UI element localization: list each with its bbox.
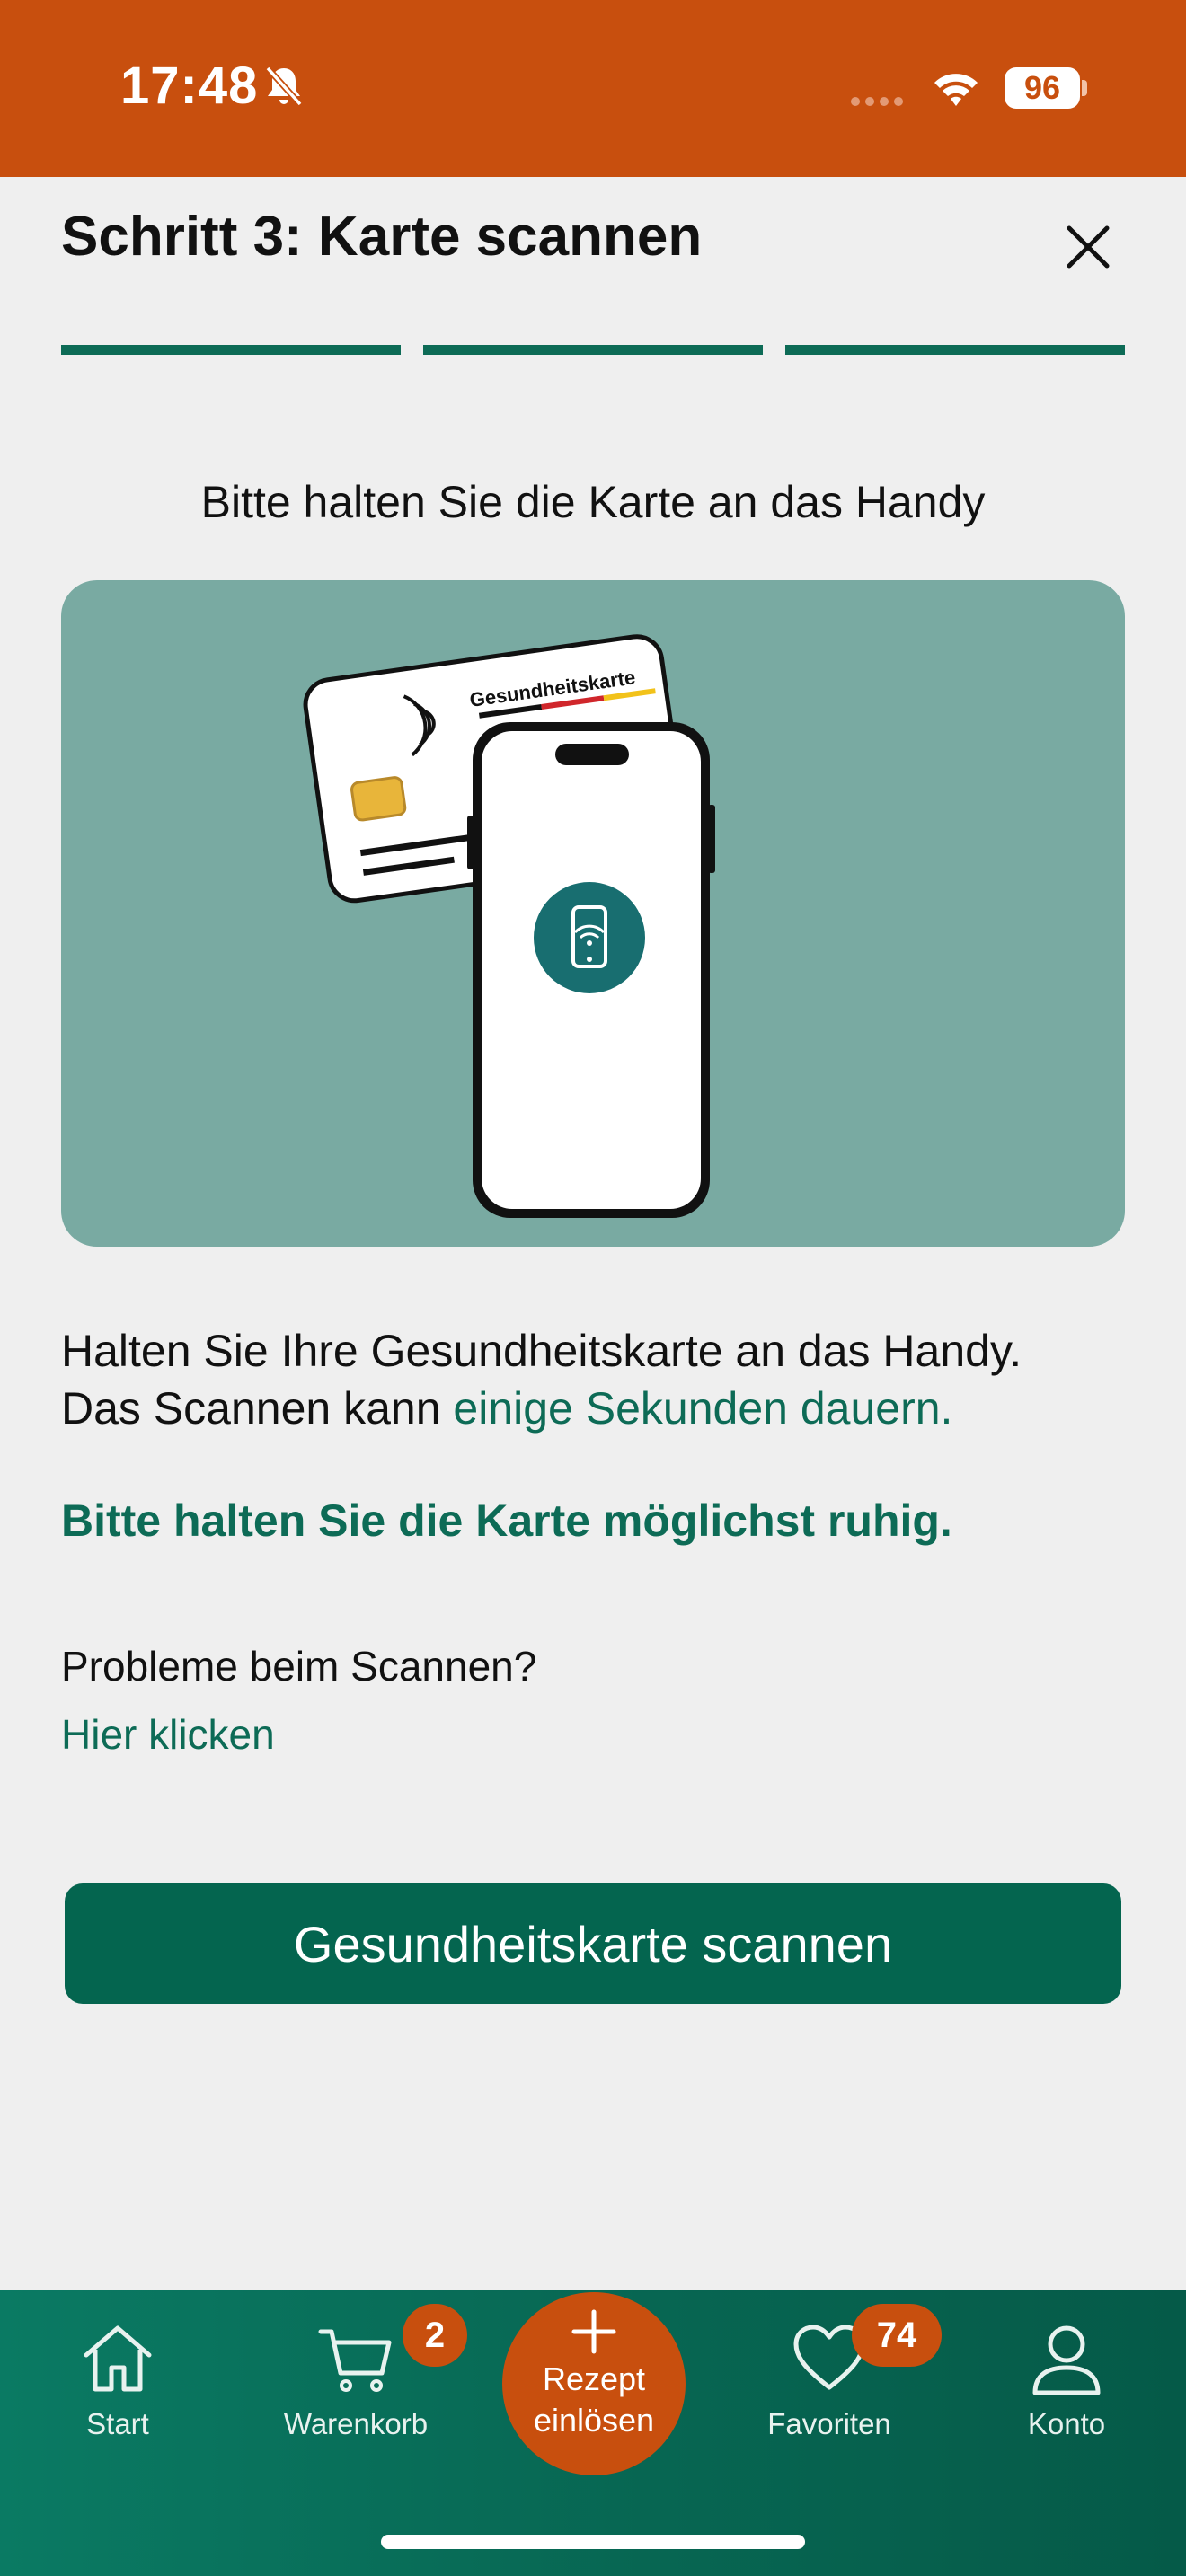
scan-card-button-label: Gesundheitskarte scannen — [293, 1915, 893, 1972]
redeem-label-line-1: Rezept — [542, 2360, 646, 2397]
tab-favorites-label: Favoriten — [767, 2407, 891, 2440]
tab-account-label: Konto — [1027, 2407, 1106, 2440]
progress-step-2 — [423, 345, 763, 355]
scan-instruction: Bitte halten Sie die Karte an das Handy — [200, 477, 986, 527]
redeem-prescription-button[interactable]: Rezept einlösen — [502, 2292, 686, 2475]
status-time: 17:48 — [120, 57, 259, 115]
bell-muted-icon — [265, 66, 303, 107]
user-icon — [1032, 2325, 1101, 2395]
redeem-label-line-2: einlösen — [533, 2402, 655, 2439]
wifi-icon — [934, 74, 978, 106]
description-line-2-text: Das Scannen kann — [61, 1383, 454, 1434]
battery-level: 96 — [1023, 69, 1061, 106]
description-line-1: Halten Sie Ihre Gesundheitskarte an das … — [61, 1326, 1022, 1376]
plus-icon — [571, 2309, 616, 2354]
page-title: Schritt 3: Karte scannen — [61, 206, 703, 268]
description-line-2-accent: einige Sekunden dauern. — [453, 1383, 953, 1434]
battery-tip — [1082, 80, 1087, 96]
scan-card-button[interactable]: Gesundheitskarte scannen — [65, 1883, 1121, 2004]
favorites-badge-count: 74 — [876, 2315, 917, 2355]
problem-text: Probleme beim Scannen? — [61, 1643, 537, 1689]
tab-start-label: Start — [86, 2407, 149, 2440]
card-phone-illustration: Gesundheitskarte — [303, 634, 715, 1218]
tab-account[interactable]: Konto — [977, 2323, 1156, 2441]
help-link[interactable]: Hier klicken — [61, 1710, 275, 1759]
close-icon[interactable] — [1060, 219, 1116, 275]
hold-still-hint: Bitte halten Sie die Karte möglichst ruh… — [61, 1495, 952, 1546]
cart-badge: 2 — [403, 2304, 467, 2367]
redeem-prescription-label: Rezept einlösen — [502, 2359, 686, 2441]
cart-icon — [318, 2329, 392, 2392]
progress-step-3 — [785, 345, 1125, 355]
battery-indicator: 96 — [1005, 67, 1080, 109]
cellular-signal-icon — [851, 97, 903, 106]
description-line-2: Das Scannen kann einige Sekunden dauern. — [61, 1380, 1139, 1437]
home-icon — [84, 2325, 152, 2392]
favorites-badge: 74 — [852, 2304, 942, 2367]
scan-description: Halten Sie Ihre Gesundheitskarte an das … — [61, 1322, 1139, 1437]
phone-graphic — [467, 722, 715, 1218]
cart-badge-count: 2 — [424, 2315, 446, 2355]
progress-step-1 — [61, 345, 401, 355]
tab-start[interactable]: Start — [28, 2323, 208, 2441]
home-indicator[interactable] — [381, 2535, 805, 2549]
scan-illustration: Gesundheitskarte — [61, 580, 1125, 1247]
status-bar: 17:48 96 — [0, 0, 1186, 177]
tab-cart-label: Warenkorb — [283, 2407, 429, 2440]
